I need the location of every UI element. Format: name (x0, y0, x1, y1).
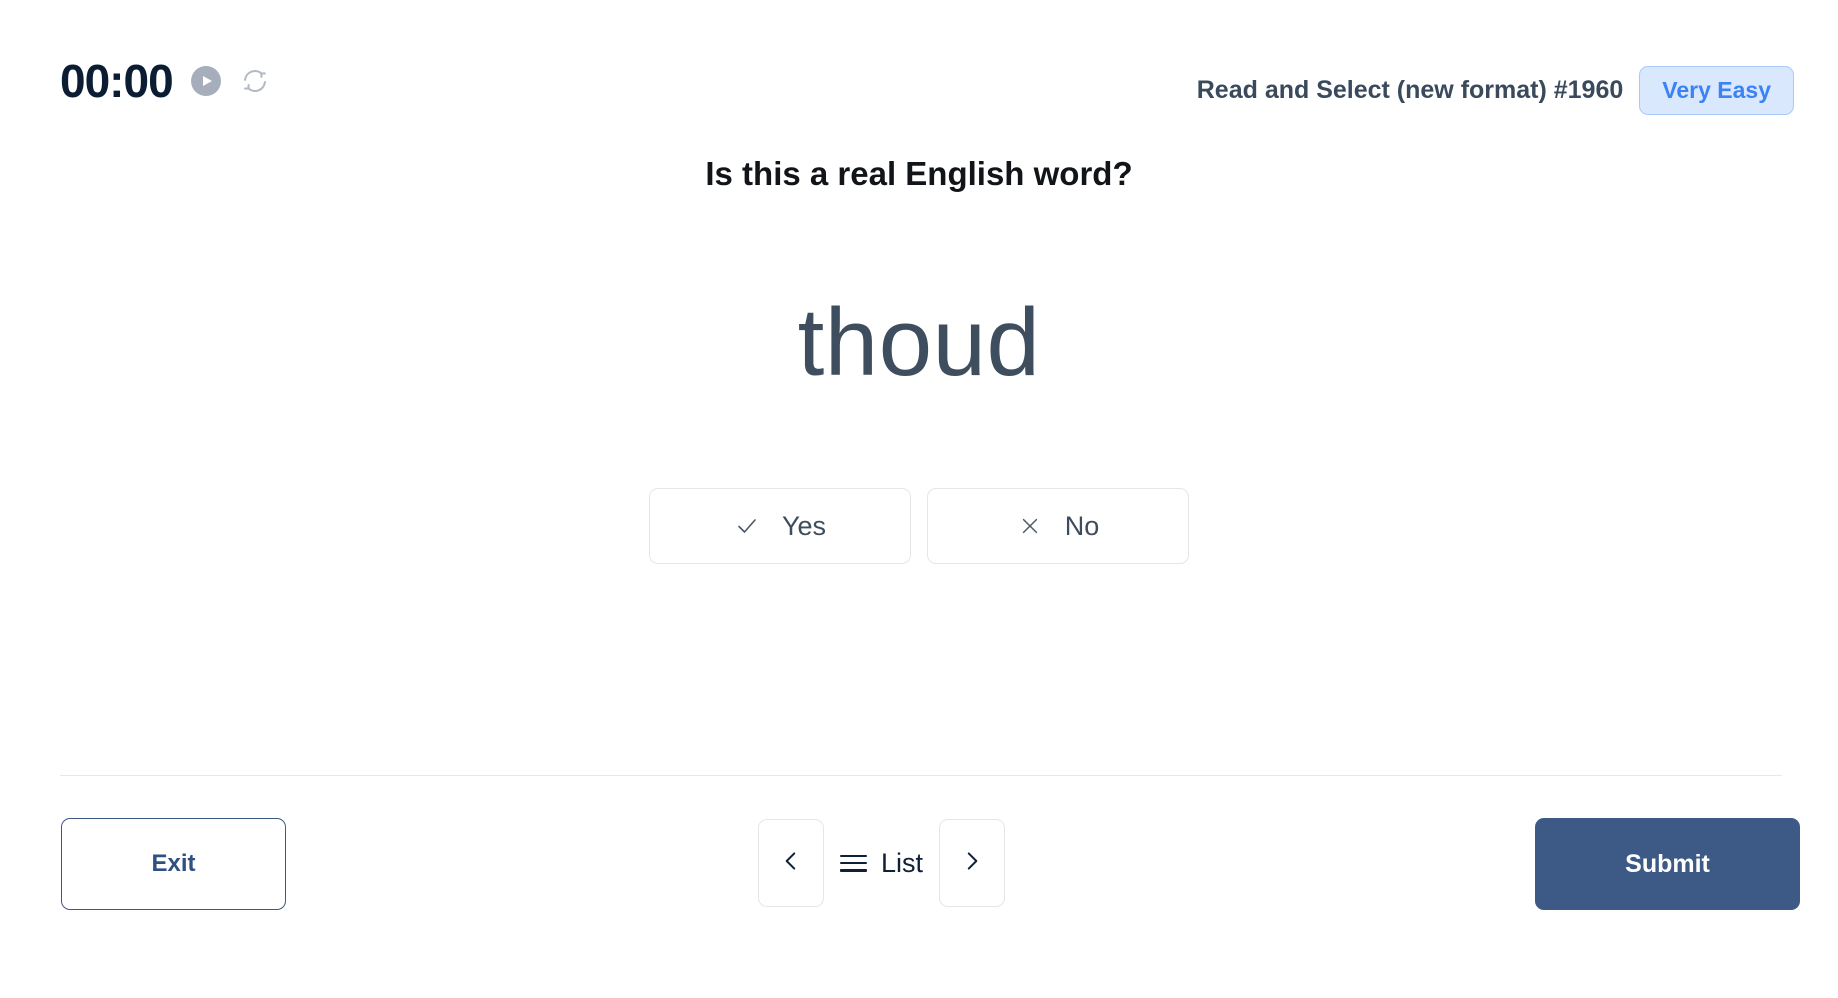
top-bar: 00:00 Read and Select (new format) #1960… (0, 0, 1838, 130)
play-triangle (202, 76, 212, 86)
question-prompt: Is this a real English word? (705, 155, 1133, 192)
answer-no-label: No (1064, 510, 1100, 541)
answer-yes-label: Yes (781, 510, 827, 541)
task-title: Read and Select (new format) #1960 (1196, 76, 1624, 104)
task-header: Read and Select (new format) #1960 Very … (1197, 66, 1794, 115)
difficulty-badge[interactable]: Very Easy (1639, 66, 1794, 115)
previous-button[interactable] (758, 819, 824, 907)
list-button[interactable]: List (840, 848, 923, 879)
answer-no-button[interactable]: No (927, 488, 1189, 564)
submit-button[interactable]: Submit (1535, 818, 1800, 910)
list-label: List (881, 847, 924, 878)
play-icon[interactable] (190, 66, 221, 96)
target-word: thoud (797, 289, 1041, 396)
refresh-icon[interactable] (239, 65, 271, 97)
footer-divider (60, 775, 1782, 776)
next-button[interactable] (939, 819, 1006, 907)
check-icon (734, 513, 760, 539)
chevron-left-icon (778, 848, 804, 879)
exit-button[interactable]: Exit (61, 818, 286, 910)
navigation-group: List (758, 819, 1006, 907)
cross-icon (1017, 513, 1043, 539)
timer-display: 00:00 (60, 55, 174, 107)
answer-yes-button[interactable]: Yes (649, 488, 911, 564)
hamburger-icon (840, 854, 867, 872)
chevron-right-icon (959, 848, 985, 879)
word-container: thoud (0, 290, 1838, 396)
footer-bar: Exit List Submit (0, 818, 1838, 914)
answer-options: Yes No (0, 488, 1838, 564)
timer-group: 00:00 (60, 58, 271, 104)
